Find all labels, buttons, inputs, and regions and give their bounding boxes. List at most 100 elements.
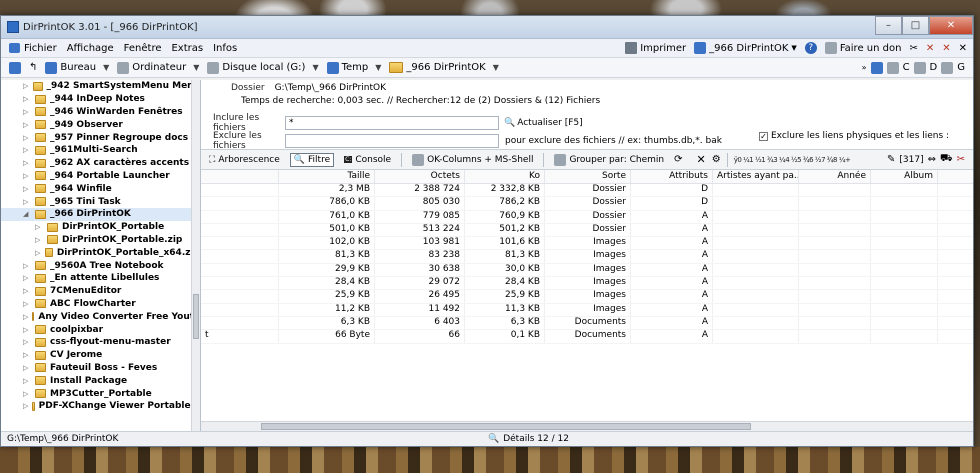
tree-item[interactable]: ◢ _966 DirPrintOK bbox=[1, 207, 200, 221]
tree-item[interactable]: ▷ _964 Winfile bbox=[1, 182, 200, 195]
expand-toggle-icon[interactable]: ▷ bbox=[23, 390, 31, 398]
tree-item[interactable]: ▷ MP3Cutter_Portable bbox=[1, 387, 200, 400]
expand-toggle-icon[interactable]: ▷ bbox=[23, 121, 31, 129]
close-all-icon[interactable]: ✕ bbox=[942, 43, 950, 54]
tab-console[interactable]: C: Console bbox=[340, 153, 395, 167]
tree-item[interactable]: ▷ 7CMenuEditor bbox=[1, 285, 200, 298]
expand-toggle-icon[interactable]: ◢ bbox=[23, 210, 31, 218]
drive-c-label[interactable]: C bbox=[903, 62, 910, 73]
table-row[interactable]: 25,9 KB 26 495 25,9 KB Images A bbox=[201, 290, 973, 304]
expand-toggle-icon[interactable]: ▷ bbox=[23, 82, 29, 90]
crumb-current[interactable]: _966 DirPrintOK ▼ bbox=[389, 62, 499, 73]
folder-tree[interactable]: ▷ _942 SmartSystemMenu Menu ▷ _944 InDeep N… bbox=[1, 80, 201, 431]
close-button[interactable]: ✕ bbox=[929, 15, 973, 35]
drive-d-icon[interactable] bbox=[913, 61, 926, 74]
tab-close-icon[interactable]: ✕ bbox=[959, 43, 967, 54]
chevron-icon[interactable]: » bbox=[862, 63, 867, 72]
expand-toggle-icon[interactable]: ▷ bbox=[23, 313, 28, 321]
settings-icon[interactable]: ⚙ bbox=[712, 154, 721, 165]
maximize-button[interactable]: □ bbox=[902, 15, 929, 35]
arrows-icon[interactable]: ⇔ bbox=[928, 154, 936, 165]
tree-item[interactable]: ▷ _957 Pinner Regroupe docs bbox=[1, 131, 200, 144]
tree-item[interactable]: ▷ _944 InDeep Notes bbox=[1, 93, 200, 106]
current-tab-dropdown[interactable]: _966 DirPrintOK ▼ bbox=[694, 42, 797, 54]
expand-toggle-icon[interactable]: ▷ bbox=[23, 377, 31, 385]
file-grid[interactable]: Taille Octets Ko Sorte Attributs Artistes aya… bbox=[201, 170, 973, 431]
tree-item[interactable]: ▷ ABC FlowCharter bbox=[1, 298, 200, 311]
tree-item[interactable]: ▷ _En attente Libellules bbox=[1, 272, 200, 285]
tree-scrollbar[interactable] bbox=[191, 80, 200, 431]
column-header[interactable] bbox=[201, 170, 279, 183]
tools-icon[interactable]: ✂ bbox=[909, 43, 917, 54]
drive-c-icon[interactable] bbox=[886, 61, 899, 74]
expand-toggle-icon[interactable]: ▷ bbox=[23, 185, 31, 193]
close-tab-icon[interactable]: ✕ bbox=[926, 43, 934, 54]
drive-g-label[interactable]: G bbox=[957, 62, 965, 73]
tab-arborescence[interactable]: ⛶ Arborescence bbox=[205, 153, 284, 167]
expand-toggle-icon[interactable]: ▷ bbox=[23, 326, 31, 334]
title-bar[interactable]: DirPrintOK 3.01 - [_966 DirPrintOK] – □ … bbox=[1, 15, 973, 39]
sort-tools-icons[interactable]: ÿ0 ¼1 ½1 ¾3 ¼4 ½5 ¾6 ½7 ¾8 ¼+ bbox=[734, 156, 851, 164]
tree-item[interactable]: ▷ Any Video Converter Free Youtub bbox=[1, 310, 200, 323]
tree-item[interactable]: ▷ _962 AX caractères accents 0 bbox=[1, 157, 200, 170]
menu-fichier[interactable]: Fichier bbox=[24, 43, 63, 54]
table-row[interactable]: 501,0 KB 513 224 501,2 KB Dossier A bbox=[201, 223, 973, 238]
table-row[interactable]: 6,3 KB 6 403 6,3 KB Documents A bbox=[201, 316, 973, 331]
print-button[interactable]: Imprimer bbox=[625, 42, 686, 54]
tree-item[interactable]: ▷ coolpixbar bbox=[1, 323, 200, 336]
table-row[interactable]: 81,3 KB 83 238 81,3 KB Images A bbox=[201, 250, 973, 264]
table-row[interactable]: t 66 Byte 66 0,1 KB Documents A bbox=[201, 330, 973, 344]
expand-toggle-icon[interactable]: ▷ bbox=[23, 262, 31, 270]
up-folder-icon[interactable]: ↰ bbox=[29, 62, 37, 73]
column-header[interactable]: Ko bbox=[465, 170, 545, 183]
expand-toggle-icon[interactable]: ▷ bbox=[23, 134, 31, 142]
expand-toggle-icon[interactable]: ▷ bbox=[23, 338, 31, 346]
tree-item[interactable]: ▷ _964 Portable Launcher bbox=[1, 170, 200, 183]
clear-icon[interactable]: ✕ bbox=[697, 153, 706, 166]
menu-affichage[interactable]: Affichage bbox=[67, 43, 120, 54]
expand-toggle-icon[interactable]: ▷ bbox=[23, 198, 31, 206]
network-icon[interactable] bbox=[870, 61, 883, 74]
car-icon[interactable]: ⛟ bbox=[940, 153, 953, 166]
column-header[interactable]: Octets bbox=[375, 170, 465, 183]
drive-g-icon[interactable] bbox=[941, 61, 954, 74]
table-row[interactable]: 11,2 KB 11 492 11,3 KB Images A bbox=[201, 303, 973, 317]
refresh-group-icon[interactable]: ⟳ bbox=[674, 154, 682, 165]
expand-toggle-icon[interactable]: ▷ bbox=[35, 223, 43, 231]
menu-fenetre[interactable]: Fenêtre bbox=[124, 43, 168, 54]
group-by-button[interactable]: Grouper par: Chemin bbox=[550, 152, 668, 168]
tree-item[interactable]: ▷ _942 SmartSystemMenu Menu bbox=[1, 80, 200, 93]
table-row[interactable]: 2,3 MB 2 388 724 2 332,8 KB Dossier D bbox=[201, 184, 973, 198]
menu-infos[interactable]: Infos bbox=[213, 43, 243, 54]
crumb-disque[interactable]: Disque local (G:) ▼ bbox=[207, 61, 319, 74]
table-row[interactable]: 761,0 KB 779 085 760,9 KB Dossier A bbox=[201, 210, 973, 224]
table-row[interactable]: 29,9 KB 30 638 30,0 KB Images A bbox=[201, 263, 973, 278]
expand-toggle-icon[interactable]: ▷ bbox=[23, 287, 31, 295]
tree-item[interactable]: ▷ Fauteuil Boss - Feves bbox=[1, 362, 200, 375]
view-icon[interactable] bbox=[9, 61, 21, 74]
expand-toggle-icon[interactable]: ▷ bbox=[23, 351, 31, 359]
grid-scroll-thumb[interactable] bbox=[261, 423, 751, 430]
column-header[interactable]: Sorte bbox=[545, 170, 631, 183]
tree-item[interactable]: ▷ PDF-XChange Viewer Portable 2 bbox=[1, 400, 200, 413]
tree-item[interactable]: ▷ _965 Tini Task bbox=[1, 195, 200, 208]
expand-toggle-icon[interactable]: ▷ bbox=[23, 364, 31, 372]
column-header[interactable]: Année bbox=[799, 170, 871, 183]
tree-item[interactable]: ▷ _9560A Tree Notebook bbox=[1, 259, 200, 272]
tree-item[interactable]: ▷ _946 WinWarden Fenêtres bbox=[1, 106, 200, 119]
drive-d-label[interactable]: D bbox=[930, 62, 938, 73]
minimize-button[interactable]: – bbox=[875, 15, 902, 35]
expand-toggle-icon[interactable]: ▷ bbox=[35, 249, 41, 257]
tree-item[interactable]: ▷ DirPrintOK_Portable.zip bbox=[1, 234, 200, 247]
expand-toggle-icon[interactable]: ▷ bbox=[23, 274, 31, 282]
tree-item[interactable]: ▷ css-flyout-menu-master bbox=[1, 336, 200, 349]
crumb-temp[interactable]: Temp ▼ bbox=[326, 61, 381, 74]
tree-item[interactable]: ▷ _949 Observer bbox=[1, 118, 200, 131]
column-header[interactable]: Taille bbox=[279, 170, 375, 183]
expand-toggle-icon[interactable]: ▷ bbox=[23, 95, 31, 103]
expand-toggle-icon[interactable]: ▷ bbox=[23, 300, 31, 308]
exclude-links-checkbox[interactable]: ✓ bbox=[759, 131, 768, 141]
expand-toggle-icon[interactable]: ▷ bbox=[23, 159, 31, 167]
expand-toggle-icon[interactable]: ▷ bbox=[23, 146, 31, 154]
tab-filtre[interactable]: 🔍 Filtre bbox=[289, 152, 335, 167]
